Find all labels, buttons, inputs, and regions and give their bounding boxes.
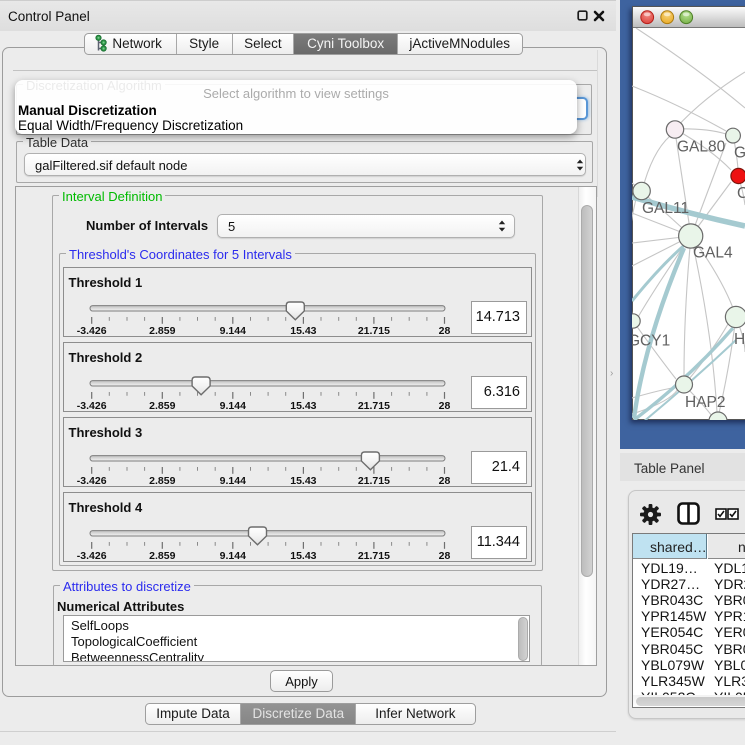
svg-text:2.859: 2.859	[149, 475, 175, 487]
svg-text:2.859: 2.859	[149, 550, 175, 562]
svg-text:CY: CY	[737, 185, 745, 202]
svg-text:GAL80: GAL80	[677, 139, 726, 156]
svg-text:GCY1: GCY1	[632, 333, 670, 350]
svg-text:15.43: 15.43	[290, 475, 316, 487]
svg-text:21.715: 21.715	[358, 400, 390, 412]
svg-text:2.859: 2.859	[149, 400, 175, 412]
svg-text:28: 28	[439, 550, 451, 562]
svg-text:2.859: 2.859	[149, 325, 175, 337]
svg-text:HAP2: HAP2	[685, 394, 726, 411]
svg-text:28: 28	[439, 475, 451, 487]
svg-text:-3.426: -3.426	[77, 325, 107, 337]
svg-text:9.144: 9.144	[220, 550, 246, 562]
svg-text:9.144: 9.144	[220, 475, 246, 487]
svg-text:21.715: 21.715	[358, 475, 390, 487]
svg-text:28: 28	[439, 325, 451, 337]
svg-text:15.43: 15.43	[290, 400, 316, 412]
svg-text:GA: GA	[734, 145, 745, 162]
svg-text:15.43: 15.43	[290, 550, 316, 562]
svg-text:GAL4: GAL4	[693, 245, 733, 262]
svg-text:21.715: 21.715	[358, 325, 390, 337]
svg-text:-3.426: -3.426	[77, 400, 107, 412]
svg-text:21.715: 21.715	[358, 550, 390, 562]
svg-text:9.144: 9.144	[220, 325, 246, 337]
svg-text:HA: HA	[734, 331, 745, 348]
svg-text:15.43: 15.43	[290, 325, 316, 337]
svg-text:-3.426: -3.426	[77, 550, 107, 562]
svg-text:28: 28	[439, 400, 451, 412]
svg-text:GAL11: GAL11	[642, 200, 689, 217]
svg-text:9.144: 9.144	[220, 400, 246, 412]
svg-text:-3.426: -3.426	[77, 475, 107, 487]
